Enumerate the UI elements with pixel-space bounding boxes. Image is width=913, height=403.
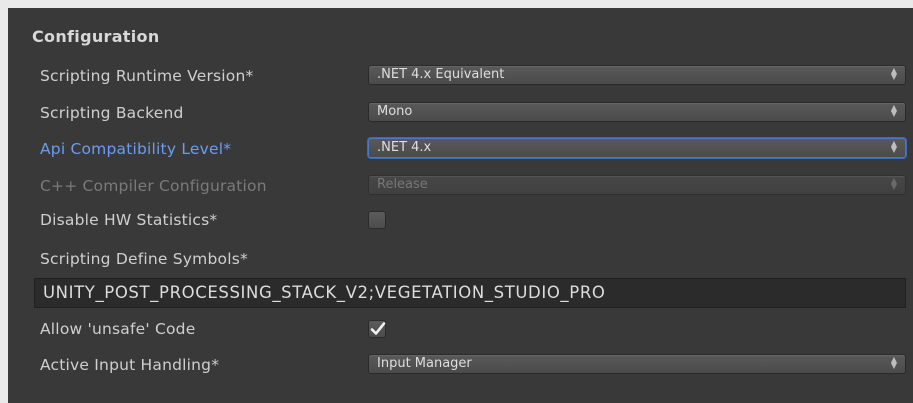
scripting-backend-value: Mono — [377, 104, 413, 119]
cpp-compiler-row: C++ Compiler Configuration Release ▲ ▼ — [0, 171, 913, 201]
checkmark-icon — [370, 322, 386, 335]
up-down-arrows-icon: ▲ ▼ — [890, 355, 897, 370]
up-down-arrows-icon: ▲ ▼ — [890, 66, 897, 81]
input-handling-value: Input Manager — [377, 356, 472, 371]
allow-unsafe-row: Allow 'unsafe' Code — [0, 314, 913, 344]
input-handling-row: Active Input Handling* Input Manager ▲ ▼ — [0, 350, 913, 380]
cpp-compiler-label: C++ Compiler Configuration — [40, 177, 267, 195]
up-down-arrows-icon: ▲ ▼ — [890, 139, 897, 154]
api-compat-label: Api Compatibility Level* — [40, 140, 232, 158]
scripting-backend-dropdown[interactable]: Mono ▲ ▼ — [368, 102, 906, 122]
scripting-runtime-row: Scripting Runtime Version* .NET 4.x Equi… — [0, 61, 913, 91]
disable-hw-stats-label: Disable HW Statistics* — [40, 211, 218, 229]
allow-unsafe-checkbox[interactable] — [368, 320, 386, 338]
cpp-compiler-value: Release — [377, 177, 428, 192]
scripting-backend-label: Scripting Backend — [40, 104, 184, 122]
input-handling-dropdown[interactable]: Input Manager ▲ ▼ — [368, 354, 906, 374]
up-down-arrows-icon: ▲ ▼ — [890, 103, 897, 118]
up-down-arrows-icon: ▲ ▼ — [890, 176, 897, 191]
disable-hw-stats-row: Disable HW Statistics* — [0, 205, 913, 235]
allow-unsafe-label: Allow 'unsafe' Code — [40, 320, 196, 338]
api-compat-dropdown[interactable]: .NET 4.x ▲ ▼ — [368, 138, 906, 158]
define-symbols-field-row: UNITY_POST_PROCESSING_STACK_V2;VEGETATIO… — [0, 278, 913, 308]
define-symbols-input[interactable]: UNITY_POST_PROCESSING_STACK_V2;VEGETATIO… — [34, 278, 906, 308]
api-compat-value: .NET 4.x — [377, 140, 432, 155]
cpp-compiler-dropdown: Release ▲ ▼ — [368, 175, 906, 195]
scripting-runtime-dropdown[interactable]: .NET 4.x Equivalent ▲ ▼ — [368, 65, 906, 85]
define-symbols-label: Scripting Define Symbols* — [40, 250, 248, 268]
scripting-runtime-value: .NET 4.x Equivalent — [377, 67, 505, 82]
define-symbols-row: Scripting Define Symbols* — [0, 244, 913, 274]
api-compat-row: Api Compatibility Level* .NET 4.x ▲ ▼ — [0, 134, 913, 164]
scripting-runtime-label: Scripting Runtime Version* — [40, 67, 254, 85]
disable-hw-stats-checkbox[interactable] — [368, 211, 386, 229]
input-handling-label: Active Input Handling* — [40, 356, 220, 374]
section-title: Configuration — [32, 27, 160, 46]
scripting-backend-row: Scripting Backend Mono ▲ ▼ — [0, 98, 913, 128]
